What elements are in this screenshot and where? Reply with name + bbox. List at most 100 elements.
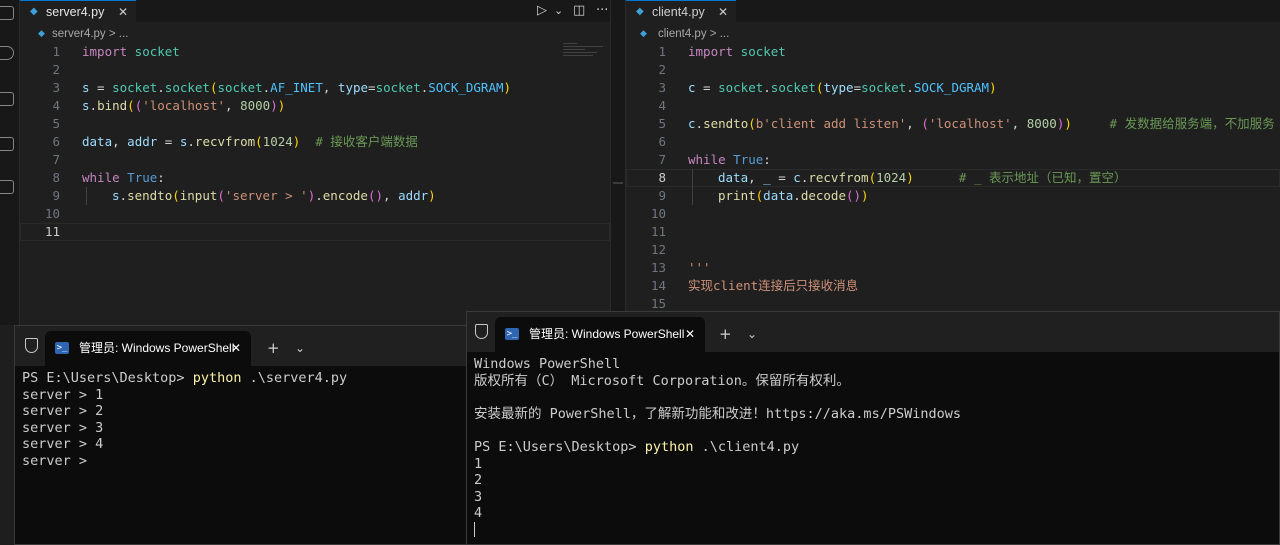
split-editor-icon[interactable]: ◫ — [573, 0, 585, 22]
terminal-line: Windows PowerShell — [474, 356, 621, 372]
run-menu-chevron-icon[interactable]: ⌄ — [554, 0, 563, 22]
line-number: 13 — [650, 260, 666, 275]
search-icon[interactable] — [0, 46, 14, 60]
code-line: 3c = socket.socket(type=socket.SOCK_DGRA… — [626, 79, 1280, 97]
line-number: 2 — [52, 62, 60, 77]
code-line: 10 — [20, 205, 610, 223]
line-number: 8 — [52, 170, 60, 185]
line-number: 9 — [52, 188, 60, 203]
line-number: 4 — [658, 98, 666, 113]
code-line: 6 data, addr = s.recvfrom(1024) # 接收客户端数据 — [20, 133, 610, 151]
tab-label: client4.py — [652, 5, 705, 19]
title-bar[interactable]: >_ 管理员: Windows PowerShell ✕ + ⌄ — [15, 326, 473, 366]
line-number: 11 — [44, 224, 60, 239]
line-number: 1 — [658, 44, 666, 59]
activity-bar — [0, 0, 20, 325]
breadcrumb[interactable]: ◆ server4.py > ... — [20, 22, 610, 44]
code-line: 7 — [20, 151, 610, 169]
code-area[interactable]: 1 import socket 2 3c = socket.socket(type… — [626, 43, 1280, 313]
close-icon[interactable]: ✕ — [118, 1, 128, 23]
powershell-window-server[interactable]: >_ 管理员: Windows PowerShell ✕ + ⌄ PS E:\U… — [14, 325, 474, 545]
chevron-down-icon[interactable]: ⌄ — [747, 317, 757, 352]
plus-icon[interactable]: + — [719, 317, 732, 352]
line-number: 9 — [658, 188, 666, 203]
plus-icon[interactable]: + — [267, 331, 280, 366]
terminal-line: server > 3 — [22, 419, 104, 436]
powershell-window-client[interactable]: >_ 管理员: Windows PowerShell ✕ + ⌄ Windows… — [466, 311, 1280, 545]
terminal-line: server > 1 — [22, 386, 104, 403]
tab-bar: ◆ server4.py ✕ ▷ ⌄ ◫ ··· — [20, 0, 610, 22]
current-line: 11 — [20, 223, 610, 241]
code-line: 3s = socket.socket(socket.AF_INET, type=… — [20, 79, 610, 97]
line-number: 2 — [658, 62, 666, 77]
terminal-line: 版权所有（C） Microsoft Corporation。保留所有权利。 — [474, 372, 850, 389]
code-line: 12 — [626, 241, 1280, 259]
code-line: 4 — [626, 97, 1280, 115]
code-line: 11 — [626, 223, 1280, 241]
run-icon[interactable]: ▷ — [537, 0, 547, 22]
terminal-line: server > — [22, 452, 96, 469]
line-number: 12 — [650, 242, 666, 257]
line-number: 10 — [44, 206, 60, 221]
run-debug-icon[interactable] — [0, 137, 14, 151]
python-file-icon: ◆ — [640, 28, 647, 38]
line-number: 10 — [650, 206, 666, 221]
line-number: 3 — [52, 80, 60, 95]
ps-tab-label: 管理员: Windows PowerShell — [529, 327, 685, 341]
code-line: 5 — [20, 115, 610, 133]
line-number: 3 — [658, 80, 666, 95]
code-line: 4 s.bind(('localhost', 8000)) — [20, 97, 610, 115]
tab-bar: ◆ client4.py ✕ — [626, 0, 1280, 22]
tab-server4[interactable]: ◆ server4.py ✕ — [20, 0, 136, 22]
terminal-output[interactable]: Windows PowerShell 版权所有（C） Microsoft Cor… — [474, 356, 961, 539]
code-line: 9 s.sendto(input('server > ').encode(), a… — [20, 187, 610, 205]
terminal-line: 安装最新的 PowerShell，了解新功能和改进！https://aka.ms… — [474, 405, 961, 422]
close-icon[interactable]: ✕ — [685, 317, 695, 352]
close-icon[interactable]: ✕ — [231, 331, 241, 366]
shield-icon — [475, 324, 488, 339]
chevron-down-icon[interactable]: ⌄ — [295, 331, 305, 366]
terminal-line: PS E:\Users\Desktop> python .\server4.py — [22, 370, 348, 386]
code-line: 2 — [626, 61, 1280, 79]
line-number: 6 — [52, 134, 60, 149]
close-icon[interactable]: ✕ — [718, 1, 728, 23]
line-number: 1 — [52, 44, 60, 59]
ps-tab[interactable]: >_ 管理员: Windows PowerShell ✕ — [45, 331, 251, 366]
ps-tab[interactable]: >_ 管理员: Windows PowerShell ✕ — [495, 317, 705, 352]
powershell-icon: >_ — [55, 342, 69, 354]
shield-icon — [25, 338, 38, 353]
tab-client4[interactable]: ◆ client4.py ✕ — [626, 0, 736, 22]
line-number: 14 — [650, 278, 666, 293]
terminal-line: 3 — [474, 488, 483, 505]
editor-pane-server4: ◆ server4.py ✕ ▷ ⌄ ◫ ··· ◆ server4.py > … — [20, 0, 610, 325]
line-number: 6 — [658, 134, 666, 149]
code-line: 5 c.sendto(b'client add listen', ('localh… — [626, 115, 1280, 133]
python-file-icon: ◆ — [636, 6, 644, 17]
line-number: 8 — [658, 170, 666, 185]
code-area[interactable]: 1 import socket 2 3s = socket.socket(sock… — [20, 43, 610, 241]
editor-split-sash[interactable] — [610, 0, 625, 325]
terminal-output[interactable]: PS E:\Users\Desktop> python .\server4.py… — [22, 370, 347, 470]
title-bar[interactable]: >_ 管理员: Windows PowerShell ✕ + ⌄ — [467, 312, 1279, 352]
code-line: 1 import socket — [626, 43, 1280, 61]
explorer-icon[interactable] — [0, 6, 14, 20]
breadcrumb[interactable]: ◆ client4.py > ... — [626, 22, 1280, 44]
more-actions-icon[interactable]: ··· — [596, 0, 608, 22]
code-line: 9 print(data.decode()) — [626, 187, 1280, 205]
line-number: 7 — [52, 152, 60, 167]
code-line: 7 while True: — [626, 151, 1280, 169]
current-line: 8 data, _ = c.recvfrom(1024) # _ 表示地址（已知，… — [626, 169, 1280, 187]
powershell-icon: >_ — [505, 328, 519, 340]
code-line: 14 实现client连接后只接收消息 — [626, 277, 1280, 295]
code-line: 1 import socket — [20, 43, 610, 61]
python-file-icon: ◆ — [30, 6, 38, 17]
code-line: 13 ''' — [626, 259, 1280, 277]
extensions-icon[interactable] — [0, 180, 14, 194]
line-number: 7 — [658, 152, 666, 167]
code-line: 10 — [626, 205, 1280, 223]
terminal-line: server > 4 — [22, 436, 104, 453]
text-cursor — [474, 522, 475, 538]
source-control-icon[interactable] — [0, 92, 14, 106]
python-file-icon: ◆ — [38, 28, 45, 38]
